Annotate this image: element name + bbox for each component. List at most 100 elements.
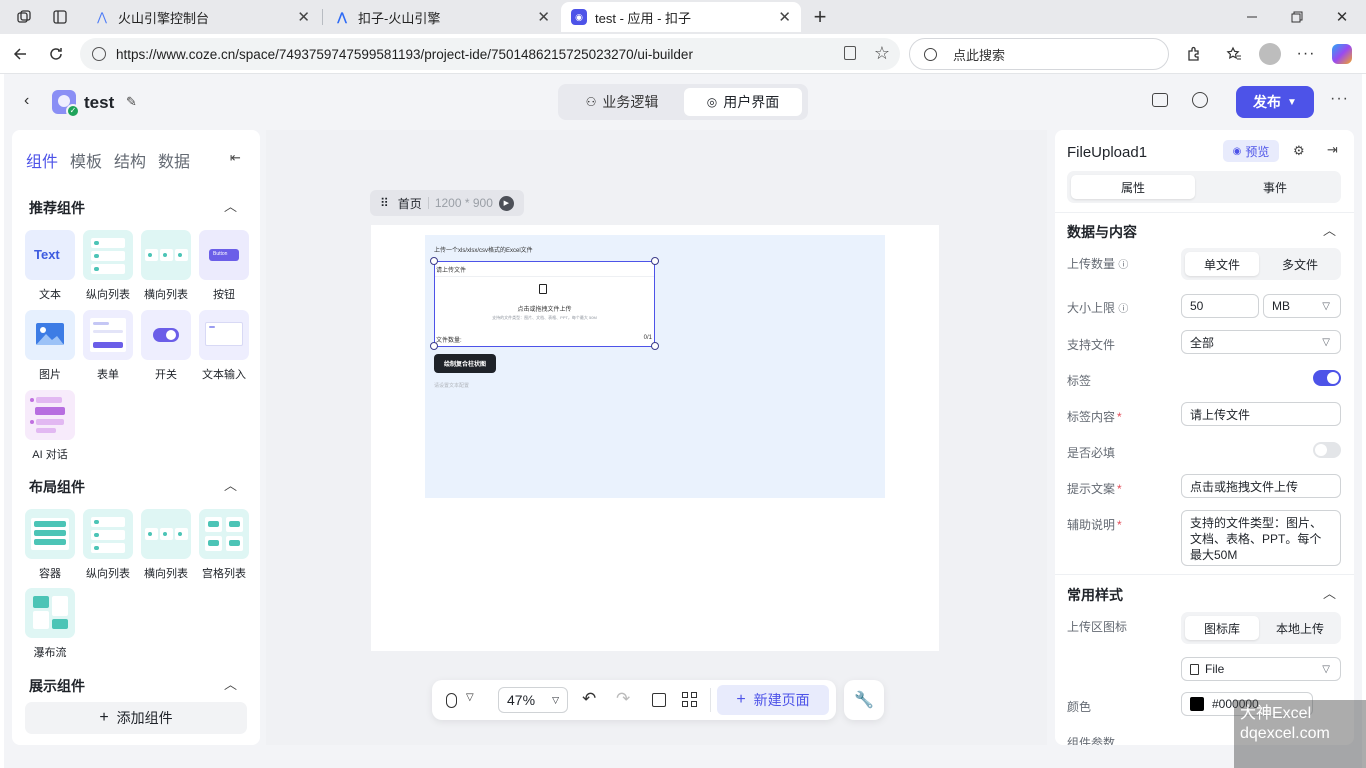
chevron-up-icon[interactable]: ︿ (224, 475, 237, 494)
back-arrow-icon[interactable]: ‹ (24, 92, 29, 110)
extensions-icon[interactable] (1180, 40, 1208, 68)
tab-components[interactable]: 组件 (26, 148, 58, 172)
url-field[interactable]: https://www.coze.cn/space/74937597475995… (80, 38, 900, 70)
browser-search-input[interactable]: 点此搜索 (909, 38, 1169, 70)
profile-avatar-icon[interactable] (1256, 40, 1284, 68)
reading-view-icon[interactable] (844, 46, 856, 60)
collapse-panel-icon[interactable]: ⇤ (230, 150, 241, 166)
more-menu-icon[interactable]: ··· (1292, 40, 1320, 68)
browser-tab[interactable]: ⋀ 扣子-火山引擎 ✕ (324, 2, 560, 32)
chevron-up-icon[interactable]: ︿ (1323, 583, 1336, 602)
tab-properties[interactable]: 属性 (1071, 175, 1195, 199)
resize-handle[interactable] (651, 257, 659, 265)
close-window-icon[interactable]: ✕ (1328, 3, 1356, 31)
close-tab-icon[interactable]: ✕ (537, 8, 550, 26)
component-image[interactable]: 图片 (25, 310, 75, 382)
required-toggle[interactable] (1313, 442, 1341, 458)
size-limit-input[interactable]: 50 (1181, 294, 1259, 318)
redo-icon[interactable]: ↷ (616, 689, 630, 709)
component-horizontal-list[interactable]: 横向列表 (141, 230, 191, 302)
favorite-star-icon[interactable]: ☆ (874, 43, 890, 64)
component-vertical-list-layout[interactable]: 纵向列表 (83, 509, 133, 581)
close-tab-icon[interactable]: ✕ (778, 8, 791, 26)
undo-icon[interactable]: ↶ (582, 689, 596, 709)
restore-icon[interactable] (1283, 3, 1311, 31)
file-types-select[interactable]: 全部 ▽ (1181, 330, 1341, 354)
component-button[interactable]: Button 按钮 (199, 230, 249, 302)
resize-handle[interactable] (651, 342, 659, 350)
workspaces-icon[interactable] (10, 3, 38, 31)
page-tab[interactable]: ⠿ 首页 1200 * 900 ▶ (370, 190, 524, 216)
component-text-input[interactable]: 文本输入 (199, 310, 249, 382)
fit-screen-icon[interactable] (652, 693, 666, 707)
chevron-up-icon[interactable]: ︿ (1323, 220, 1336, 239)
close-tab-icon[interactable]: ✕ (297, 8, 310, 26)
new-tab-icon[interactable]: + (806, 3, 834, 31)
tab-structure[interactable]: 结构 (114, 148, 146, 172)
component-vertical-list[interactable]: 纵向列表 (83, 230, 133, 302)
file-upload-component[interactable]: 请上传文件 点击或拖拽文件上传 支持的文件类型：图片、文档、表格、PPT，每个最… (434, 261, 655, 347)
settings-gear-icon[interactable]: ⚙ (1293, 143, 1305, 159)
tab-templates[interactable]: 模板 (70, 148, 102, 172)
archive-icon[interactable] (1152, 93, 1168, 107)
local-upload-option[interactable]: 本地上传 (1263, 616, 1337, 640)
preview-button[interactable]: ◉ 预览 (1223, 140, 1279, 162)
wrench-icon[interactable]: 🔧 (844, 680, 884, 720)
page-canvas[interactable]: 上传一个xls/xlsx/csv格式的Excel文件 请上传文件 点击或拖拽文件… (371, 225, 939, 651)
publish-button[interactable]: 发布 ▼ (1236, 86, 1314, 118)
back-icon[interactable] (6, 40, 34, 68)
upload-count-switch: 单文件 多文件 (1181, 248, 1341, 280)
add-component-label: 添加组件 (116, 710, 173, 726)
single-file-option[interactable]: 单文件 (1185, 252, 1259, 276)
component-ai-chat[interactable]: AI 对话 (25, 390, 75, 462)
browser-tab[interactable]: ⋀ 火山引擎控制台 ✕ (84, 2, 320, 32)
refresh-icon[interactable] (42, 40, 70, 68)
resize-handle[interactable] (430, 257, 438, 265)
icon-library-option[interactable]: 图标库 (1185, 616, 1259, 640)
zoom-select[interactable]: 47% ▽ (498, 687, 568, 713)
canvas-container[interactable]: 上传一个xls/xlsx/csv格式的Excel文件 请上传文件 点击或拖拽文件… (425, 235, 885, 498)
mouse-icon[interactable] (446, 693, 457, 708)
tab-user-interface[interactable]: ◎ 用户界面 (684, 88, 802, 116)
favorites-icon[interactable] (1220, 40, 1248, 68)
tab-events[interactable]: 事件 (1213, 175, 1337, 199)
more-options-icon[interactable]: ··· (1330, 90, 1349, 108)
add-component-button[interactable]: + 添加组件 (25, 702, 247, 734)
drag-handle-icon[interactable]: ⠿ (380, 196, 389, 210)
component-horizontal-list-layout[interactable]: 横向列表 (141, 509, 191, 581)
size-unit-select[interactable]: MB ▽ (1263, 294, 1341, 318)
tab-data[interactable]: 数据 (158, 148, 190, 172)
volcano-icon: ⋀ (336, 10, 348, 24)
component-waterfall[interactable]: 瀑布流 (25, 588, 75, 660)
minimize-icon[interactable] (1238, 3, 1266, 31)
copilot-icon[interactable] (1328, 40, 1356, 68)
component-text[interactable]: Text 文本 (25, 230, 75, 302)
tab-business-logic[interactable]: ⚇ 业务逻辑 (564, 88, 680, 116)
history-icon[interactable] (1192, 92, 1208, 108)
multi-file-option[interactable]: 多文件 (1263, 252, 1337, 276)
edit-name-icon[interactable]: ✎ (126, 94, 137, 110)
chevron-up-icon[interactable]: ︿ (224, 196, 237, 215)
component-grid-list[interactable]: 宫格列表 (199, 509, 249, 581)
label-content-input[interactable]: 请上传文件 (1181, 402, 1341, 426)
tab-actions-icon[interactable] (46, 3, 74, 31)
component-container[interactable]: 容器 (25, 509, 75, 581)
chevron-down-icon[interactable]: ▽ (466, 692, 474, 703)
chevron-up-icon[interactable]: ︿ (224, 674, 237, 693)
resize-handle[interactable] (430, 342, 438, 350)
icon-select[interactable]: File ▽ (1181, 657, 1341, 681)
draw-chart-button[interactable]: 绘制复合柱状图 (434, 354, 496, 373)
collapse-right-icon[interactable]: ⇥ (1327, 142, 1338, 158)
desc-textarea[interactable]: 支持的文件类型：图片、文档、表格、PPT。每个最大50M (1181, 510, 1341, 566)
play-icon[interactable]: ▶ (498, 195, 514, 211)
grid-layout-icon[interactable] (682, 692, 698, 708)
browser-tab-active[interactable]: ◉ test - 应用 - 扣子 ✕ (561, 2, 801, 32)
new-page-button[interactable]: + 新建页面 (717, 685, 829, 715)
waterfall-thumb-icon (25, 588, 75, 638)
hint-input[interactable]: 点击或拖拽文件上传 (1181, 474, 1341, 498)
component-switch[interactable]: 开关 (141, 310, 191, 382)
label-toggle[interactable] (1313, 370, 1341, 386)
component-form[interactable]: 表单 (83, 310, 133, 382)
watermark: 大神Excel dqexcel.com (1234, 700, 1366, 768)
upload-dropzone[interactable]: 点击或拖拽文件上传 支持的文件类型：图片、文档、表格、PPT，每个最大 50M (435, 276, 654, 328)
